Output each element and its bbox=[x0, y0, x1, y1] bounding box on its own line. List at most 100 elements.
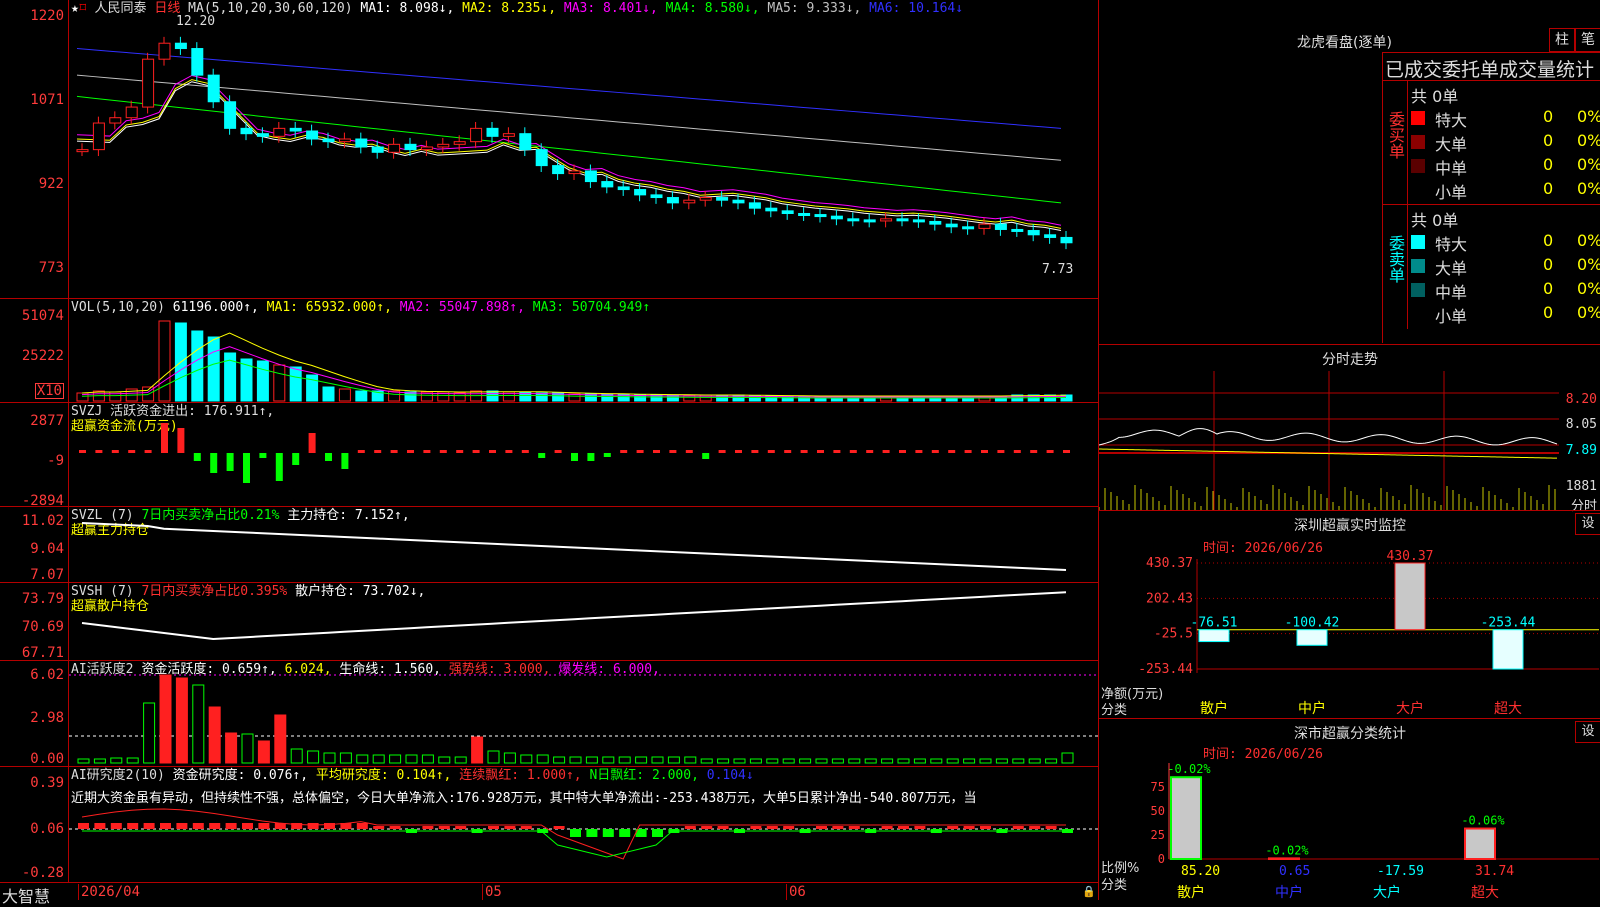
intraday-panel[interactable]: 分时走势 8.20 8.05 7.89 1881 分时 bbox=[1099, 344, 1600, 514]
activity-bar bbox=[372, 754, 385, 764]
svzl-pane[interactable]: 11.02 9.04 7.07 SVZL (7) 7日内买卖净占比0.21% 主… bbox=[0, 506, 1098, 583]
candle bbox=[355, 138, 368, 148]
research-bar bbox=[422, 826, 434, 829]
candle bbox=[765, 207, 778, 212]
date-label: 05 bbox=[482, 884, 502, 900]
category-label: 大户 bbox=[1373, 884, 1401, 901]
activity-bar bbox=[536, 754, 549, 764]
y-tick: 430.37 bbox=[1146, 556, 1193, 571]
ratio-bar bbox=[1268, 857, 1300, 861]
flow-bar bbox=[702, 453, 710, 459]
candle bbox=[306, 130, 319, 140]
category-label: 散户 bbox=[1200, 700, 1228, 717]
lock-icon[interactable]: 🔒 bbox=[1082, 885, 1096, 898]
activity-bar bbox=[93, 758, 106, 764]
candle bbox=[962, 226, 975, 230]
flow-bar bbox=[538, 453, 546, 458]
flow-bar bbox=[292, 453, 300, 465]
order-size-label: 小单 bbox=[1435, 307, 1468, 326]
flow-bar bbox=[620, 450, 628, 453]
flow-bar bbox=[472, 450, 480, 453]
svzj-bars bbox=[79, 423, 1070, 483]
order-size-label: 特大 bbox=[1435, 111, 1468, 130]
order-row: 大单 0 0% bbox=[1411, 255, 1600, 278]
research-bar bbox=[602, 829, 614, 837]
order-percent: 0% bbox=[1577, 179, 1600, 198]
color-swatch bbox=[1411, 111, 1425, 125]
flow-bar bbox=[161, 423, 168, 453]
activity-bar bbox=[963, 758, 976, 764]
research-bar bbox=[783, 826, 795, 829]
candle bbox=[847, 218, 860, 222]
research-bar bbox=[1029, 826, 1041, 829]
candle bbox=[568, 170, 581, 175]
activity-bar bbox=[208, 706, 221, 764]
intraday-chart[interactable] bbox=[1099, 371, 1559, 511]
candle bbox=[174, 42, 187, 50]
activity-bar bbox=[946, 758, 959, 764]
order-percent: 0% bbox=[1577, 231, 1600, 250]
ai-activity-pane[interactable]: 6.02 2.98 0.00 AI活跃度2 资金活跃度: 0.659↑, 6.0… bbox=[0, 660, 1099, 767]
flow-bar bbox=[308, 433, 316, 453]
ratio-bar bbox=[1170, 776, 1202, 860]
category-label: 大户 bbox=[1396, 700, 1424, 717]
ai2-tick: 0.39 bbox=[30, 775, 64, 791]
ai-research-pane[interactable]: 0.39 0.06 -0.28 AI研究度2(10) 资金研究度: 0.076↑… bbox=[0, 766, 1099, 883]
category-label: 超大 bbox=[1471, 885, 1499, 901]
svsh-axis: 73.79 70.69 67.71 bbox=[0, 583, 69, 661]
activity-bar bbox=[618, 756, 631, 764]
flow-bar bbox=[259, 453, 267, 458]
price-pane[interactable]: 1220 1071 922 773 ★⌑ 人民同泰 日线 MA(5,10,20,… bbox=[0, 0, 1098, 298]
bar-mode-button[interactable]: 柱 bbox=[1549, 28, 1575, 52]
activity-bar bbox=[159, 674, 172, 764]
svzj-pane[interactable]: 2877 -9 -2894 SVZJ 活跃资金进出: 176.911↑, 超赢资… bbox=[0, 402, 1098, 508]
activity-bar bbox=[421, 754, 434, 764]
flow-bar bbox=[243, 453, 250, 483]
brand-logo[interactable]: 大智慧 bbox=[2, 883, 50, 907]
retail-hold-line bbox=[81, 591, 1067, 641]
flow-bar bbox=[341, 453, 349, 469]
svsh-pane[interactable]: 73.79 70.69 67.71 SVSH (7) 7日内买卖净占比0.395… bbox=[0, 582, 1098, 661]
buy-side-label: 委买单 bbox=[1386, 111, 1405, 159]
ai2-tick: 0.06 bbox=[30, 821, 64, 837]
activity-bar bbox=[126, 757, 139, 764]
classify-panel[interactable]: 深市超赢分类统计 设 时间: 2026/06/26 比例% 分类 75 50 25 0… bbox=[1099, 718, 1600, 901]
date-label: 2026/04 bbox=[78, 884, 140, 900]
bar-value-label: -76.51 bbox=[1191, 616, 1238, 631]
candle bbox=[699, 197, 712, 201]
bar-value-label: -253.44 bbox=[1481, 616, 1536, 631]
svsh-tick: 70.69 bbox=[21, 619, 64, 635]
research-bar bbox=[127, 823, 139, 829]
candle bbox=[191, 48, 204, 76]
price-line bbox=[1099, 428, 1558, 446]
candle bbox=[207, 74, 220, 103]
activity-bar bbox=[503, 752, 516, 764]
order-row: 中单 0 0% bbox=[1411, 155, 1600, 178]
pen-mode-button[interactable]: 笔 bbox=[1575, 28, 1600, 52]
category-label: 散户 bbox=[1177, 884, 1205, 901]
candle bbox=[798, 213, 811, 216]
order-size-label: 小单 bbox=[1435, 183, 1468, 202]
volume-pane[interactable]: 51074 25222 X10 VOL(5,10,20) 61196.000↑,… bbox=[0, 298, 1098, 403]
ai1-tick: 6.02 bbox=[30, 667, 64, 683]
candlestick-chart[interactable] bbox=[69, 0, 1099, 298]
order-row: 小单 0 0% bbox=[1411, 179, 1600, 202]
research-bar bbox=[701, 826, 713, 829]
monitor-panel[interactable]: 深圳超赢实时监控 设 时间: 2026/06/26 净额(万元) 分类 430.… bbox=[1099, 510, 1600, 719]
candle bbox=[863, 219, 876, 223]
research-bar bbox=[914, 826, 926, 829]
ai1-tick: 0.00 bbox=[30, 751, 64, 767]
flow-bar bbox=[357, 450, 365, 453]
svzj-tick: 2877 bbox=[30, 413, 64, 429]
order-percent: 0% bbox=[1577, 131, 1600, 150]
flow-bar bbox=[931, 450, 939, 453]
activity-bar bbox=[1028, 758, 1041, 764]
research-bar bbox=[110, 823, 122, 829]
candle bbox=[1044, 234, 1057, 238]
flow-bar bbox=[1030, 450, 1038, 453]
candle bbox=[880, 218, 893, 222]
svzl-tick: 11.02 bbox=[21, 513, 64, 529]
bar-top-label: -0.02% bbox=[1167, 762, 1211, 776]
research-bar bbox=[881, 826, 893, 829]
research-bar bbox=[750, 826, 762, 829]
